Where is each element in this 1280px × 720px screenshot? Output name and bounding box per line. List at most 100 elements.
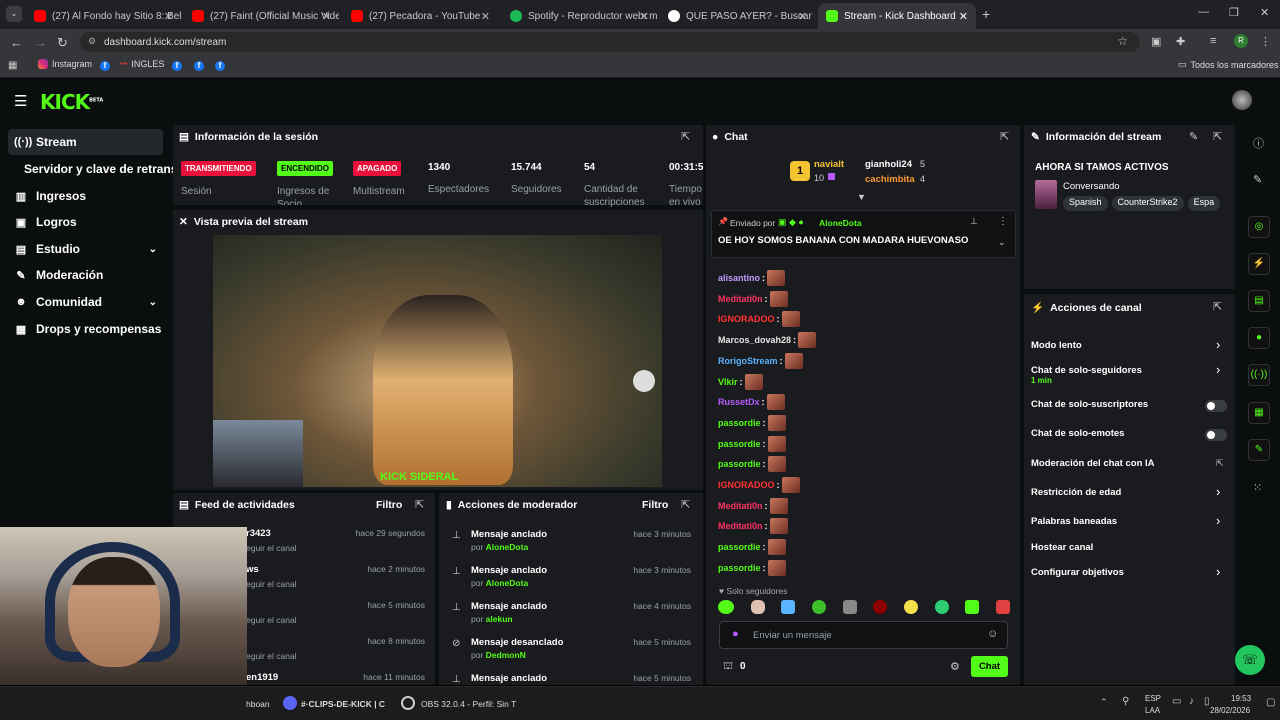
- site-info-icon[interactable]: ⚙: [88, 36, 96, 47]
- hamburger-menu-icon[interactable]: ☰: [14, 92, 27, 110]
- expand-icon[interactable]: ⇱: [1213, 300, 1222, 313]
- new-tab-icon[interactable]: +: [982, 6, 990, 22]
- facebook-icon[interactable]: f: [172, 61, 182, 71]
- emote-icon[interactable]: [903, 600, 918, 614]
- extensions-icon[interactable]: ✚: [1176, 35, 1185, 48]
- chat-message[interactable]: passordie:: [718, 414, 786, 431]
- chat-username[interactable]: RorigoStream: [718, 356, 778, 366]
- chat-username[interactable]: passordie: [718, 563, 761, 573]
- support-headset-icon[interactable]: ☏: [1235, 645, 1265, 675]
- kick-logo[interactable]: KICKBETA: [40, 90, 103, 114]
- browser-tab[interactable]: (27) Faint (Official Music Video) ✕: [184, 3, 339, 29]
- external-link-icon[interactable]: ⇱: [1216, 458, 1224, 469]
- mod-action-row[interactable]: ⊥ Mensaje anclado por AloneDota hace 3 m…: [447, 565, 697, 601]
- chat-settings-icon[interactable]: ⚙: [950, 660, 960, 673]
- expand-icon[interactable]: ⇱: [681, 130, 690, 143]
- chat-message[interactable]: Meditati0n:: [718, 290, 788, 307]
- rail-button-broadcast-icon[interactable]: ((·)): [1248, 364, 1270, 386]
- edit-icon[interactable]: ✎: [1189, 130, 1198, 143]
- browser-tab[interactable]: (27) Al Fondo hay Sitio 8: Belén ✕: [26, 3, 181, 29]
- forward-icon[interactable]: →: [34, 35, 47, 50]
- mod-action-row[interactable]: ⊥ Mensaje anclado por alekun hace 4 minu…: [447, 601, 697, 637]
- sidebar-item-moderacion[interactable]: ✎ Moderación: [8, 262, 163, 288]
- mic-tray-icon[interactable]: ⚲: [1122, 696, 1129, 707]
- chat-message[interactable]: IGNORADOO:: [718, 311, 800, 328]
- channel-action[interactable]: Chat de solo-seguidores: [1031, 365, 1142, 376]
- media-icon[interactable]: ≡: [1210, 35, 1216, 47]
- toggle-switch[interactable]: [1205, 400, 1227, 412]
- network-icon[interactable]: ▭: [1172, 696, 1181, 707]
- lang-label[interactable]: ESP: [1145, 694, 1161, 703]
- taskbar-item[interactable]: hboan: [246, 699, 270, 709]
- chat-message[interactable]: Meditati0n:: [718, 497, 788, 514]
- bookmark-star-icon[interactable]: ☆: [1117, 34, 1128, 48]
- menu-icon[interactable]: ⋮: [1260, 35, 1271, 48]
- drag-handle-icon[interactable]: ⁙: [1253, 481, 1262, 494]
- mod-action-row[interactable]: ⊥ Mensaje anclado por AloneDota hace 3 m…: [447, 529, 697, 565]
- mod-user[interactable]: alekun: [486, 614, 513, 624]
- sidebar-item-server-key[interactable]: Servidor y clave de retransm: [8, 156, 188, 182]
- emote-icon[interactable]: [995, 600, 1010, 614]
- rail-button-layers-icon[interactable]: ▦: [1248, 402, 1270, 424]
- chat-message[interactable]: RorigoStream:: [718, 352, 803, 369]
- list-item[interactable]: ws eguir el canal hace 2 minutos: [246, 564, 431, 596]
- close-icon[interactable]: ✕: [959, 10, 968, 23]
- unpin-icon[interactable]: ⊥: [970, 216, 978, 227]
- discord-icon[interactable]: [283, 696, 297, 710]
- browser-tab-active[interactable]: Stream - Kick Dashboard ✕: [818, 3, 976, 29]
- chevron-right-icon[interactable]: ›: [1216, 362, 1220, 377]
- emote-icon[interactable]: [934, 600, 949, 614]
- chat-username[interactable]: Vlkir: [718, 377, 738, 387]
- browser-tab[interactable]: (27) Pecadora - YouTube ✕: [343, 3, 498, 29]
- channel-action[interactable]: Restricción de edad: [1031, 487, 1121, 498]
- back-icon[interactable]: ←: [10, 35, 23, 50]
- emote-icon[interactable]: [750, 600, 765, 614]
- toggle-switch[interactable]: [1205, 429, 1227, 441]
- mod-action-row[interactable]: ⊘ Mensaje desanclado por DedmonN hace 5 …: [447, 637, 697, 673]
- rail-button-target-icon[interactable]: ◎: [1248, 216, 1270, 238]
- chat-send-button[interactable]: Chat: [971, 656, 1008, 677]
- channel-action[interactable]: Hostear canal: [1031, 542, 1093, 553]
- stream-preview-video[interactable]: KICK SIDERAL: [213, 235, 662, 487]
- sidebar-item-comunidad[interactable]: ☻ Comunidad ⌄: [8, 289, 163, 315]
- rail-button-clipboard-icon[interactable]: ▤: [1248, 290, 1270, 312]
- sidebar-item-ingresos[interactable]: ▥ Ingresos: [8, 183, 163, 209]
- sidebar-item-estudio[interactable]: ▤ Estudio ⌄: [8, 236, 163, 262]
- channel-action[interactable]: Chat de solo-emotes: [1031, 428, 1124, 439]
- list-item[interactable]: r3423 eguir el canal hace 29 segundos: [246, 528, 431, 560]
- channel-action[interactable]: Chat de solo-suscriptores: [1031, 399, 1148, 410]
- expand-icon[interactable]: ⇱: [415, 498, 424, 511]
- url-field[interactable]: ⚙ dashboard.kick.com/stream ☆: [80, 32, 1140, 52]
- chevron-right-icon[interactable]: ›: [1216, 337, 1220, 352]
- notification-icon[interactable]: ▢: [1266, 697, 1275, 708]
- filter-button[interactable]: Filtro: [642, 499, 668, 511]
- facebook-icon[interactable]: f: [194, 61, 204, 71]
- chat-username[interactable]: Meditati0n: [718, 521, 763, 531]
- browser-tab[interactable]: Spotify - Reproductor web: mú ✕: [502, 3, 657, 29]
- profile-avatar[interactable]: R: [1234, 34, 1248, 48]
- chat-message[interactable]: Marcos_dovah28:: [718, 332, 817, 349]
- window-close-icon[interactable]: ✕: [1260, 6, 1269, 19]
- chevron-down-icon[interactable]: ▼: [857, 192, 866, 202]
- mod-user[interactable]: AloneDota: [486, 542, 529, 552]
- chat-input-field[interactable]: ● Enviar un mensaje ☺: [719, 621, 1008, 649]
- facebook-icon[interactable]: f: [100, 61, 110, 71]
- list-item[interactable]: eguir el canal hace 5 minutos: [246, 600, 431, 632]
- chat-message[interactable]: Meditati0n:: [718, 518, 788, 535]
- bookmark-ingles[interactable]: ••• INGLES: [120, 59, 164, 69]
- lang-label-2[interactable]: LAA: [1145, 706, 1160, 715]
- chat-message[interactable]: passordie:: [718, 539, 786, 556]
- all-bookmarks[interactable]: ▭ Todos los marcadores: [1178, 59, 1279, 70]
- emote-icon[interactable]: [781, 600, 796, 614]
- sidebar-item-stream[interactable]: ((·)) Stream: [8, 129, 163, 155]
- mic-icon[interactable]: ●: [732, 628, 739, 640]
- chat-username[interactable]: passordie: [718, 459, 761, 469]
- chat-username[interactable]: passordie: [718, 542, 761, 552]
- chat-message[interactable]: passordie:: [718, 456, 786, 473]
- close-icon[interactable]: ✕: [640, 10, 649, 23]
- rail-button-wrench-icon[interactable]: ✎: [1248, 439, 1270, 461]
- emote-icon[interactable]: [965, 600, 980, 614]
- expand-icon[interactable]: ⇱: [1213, 130, 1222, 143]
- rail-button-chat-icon[interactable]: ●: [1248, 327, 1270, 349]
- chat-username[interactable]: Marcos_dovah28: [718, 335, 791, 345]
